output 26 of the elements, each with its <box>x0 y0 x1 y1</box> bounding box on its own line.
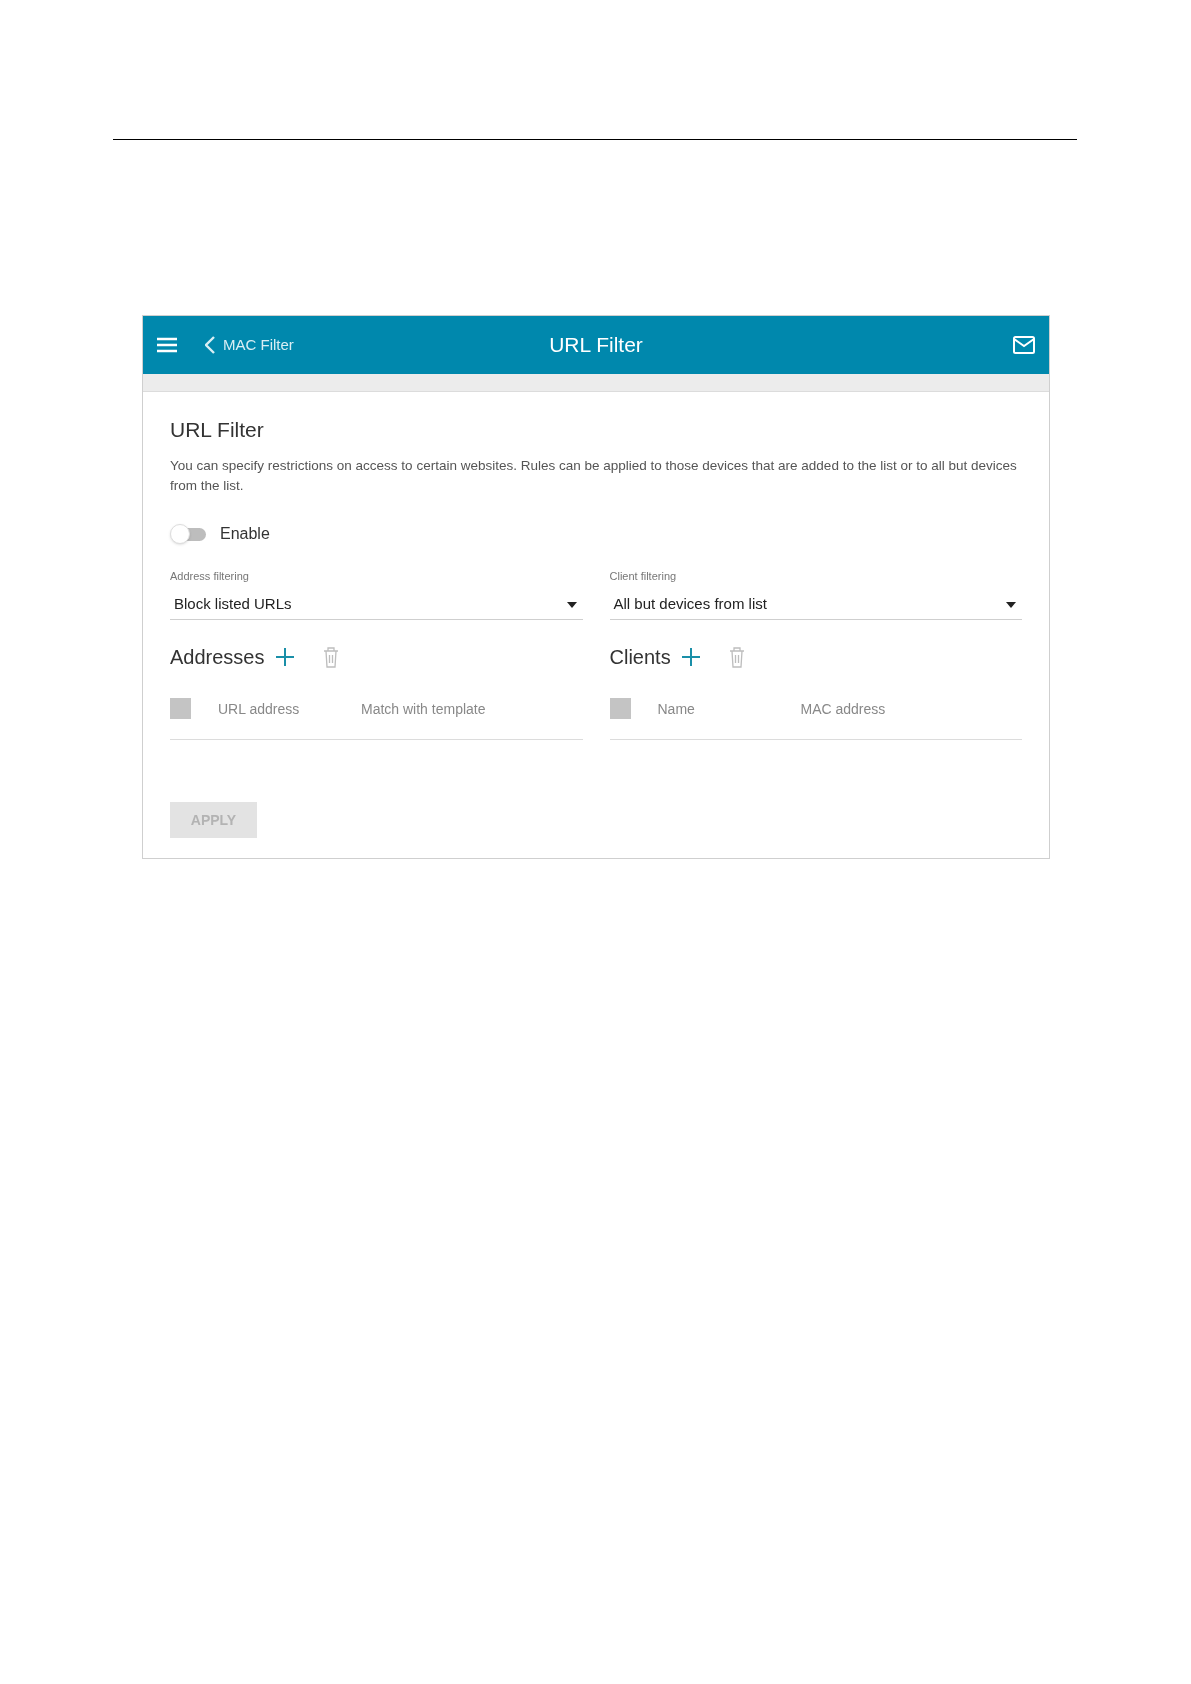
mail-icon[interactable] <box>1013 336 1035 354</box>
trash-icon[interactable] <box>728 646 745 668</box>
select-label: Client filtering <box>609 568 678 584</box>
add-icon[interactable] <box>274 647 295 667</box>
page-title: URL Filter <box>549 332 643 359</box>
select-label: Address filtering <box>170 568 250 584</box>
list-title: Clients <box>609 645 671 670</box>
select-field[interactable]: All but devices from list <box>609 590 1022 620</box>
column-header: Name <box>657 700 696 719</box>
section-title: URL Filter <box>170 417 265 443</box>
caret-icon <box>1006 601 1016 608</box>
select-all-checkbox[interactable] <box>609 698 631 719</box>
caret-icon <box>566 601 577 608</box>
column-header: MAC address <box>800 700 886 719</box>
column-header: URL address <box>218 700 301 719</box>
add-icon[interactable] <box>680 647 701 667</box>
enable-toggle[interactable] <box>170 523 206 544</box>
trash-icon[interactable] <box>322 646 339 668</box>
select-all-checkbox[interactable] <box>170 698 191 719</box>
menu-icon[interactable] <box>157 337 177 353</box>
column-header: Match with template <box>361 700 486 719</box>
select-field[interactable]: Block listed URLs <box>170 590 583 620</box>
chevron-left-icon <box>205 336 215 354</box>
list-title: Addresses <box>170 645 265 670</box>
enable-label: Enable <box>220 523 270 544</box>
section-description: You can specify restrictions on access to certain websites. Rules can be applied to those devices that are added to the list or to all but devices from the list. <box>170 456 1018 495</box>
